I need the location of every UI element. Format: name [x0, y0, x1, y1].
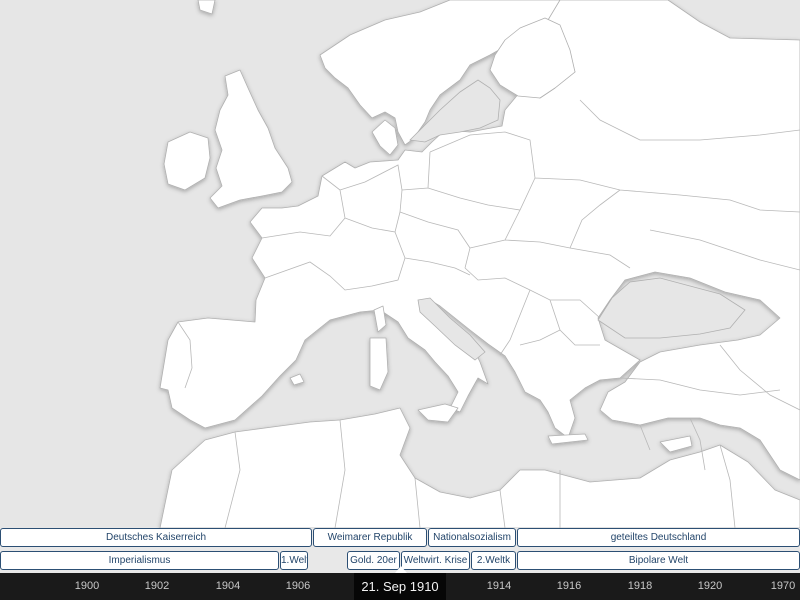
period-imperialismus[interactable]: Imperialismus [0, 551, 279, 570]
year-tick[interactable]: 1970 [771, 573, 795, 600]
timeline-pointer-icon [395, 566, 407, 573]
period-goldene-20er[interactable]: Gold. 20er [347, 551, 400, 570]
period-nationalsozialismus[interactable]: Nationalsozialism [428, 528, 516, 547]
year-tick[interactable]: 1914 [487, 573, 511, 600]
period-deutsches-kaiserreich[interactable]: Deutsches Kaiserreich [0, 528, 312, 547]
europe-map[interactable] [0, 0, 800, 528]
period-band-germany: Deutsches Kaiserreich Weimarer Republik … [0, 527, 800, 549]
period-zweiter-weltkrieg[interactable]: 2.Weltk [471, 551, 516, 570]
year-tick[interactable]: 1918 [628, 573, 652, 600]
period-weltwirtschaftskrise[interactable]: Weltwirt. Krise [401, 551, 470, 570]
year-tick[interactable]: 1902 [145, 573, 169, 600]
year-tick[interactable]: 1904 [216, 573, 240, 600]
year-tick[interactable]: 1900 [75, 573, 99, 600]
current-date-display[interactable]: 21. Sep 1910 [354, 573, 446, 600]
year-tick[interactable]: 1916 [557, 573, 581, 600]
period-weimarer-republik[interactable]: Weimarer Republik [313, 528, 427, 547]
year-tick[interactable]: 1920 [698, 573, 722, 600]
period-geteiltes-deutschland[interactable]: geteiltes Deutschland [517, 528, 800, 547]
period-erster-weltkrieg[interactable]: 1.Weltk [280, 551, 308, 570]
year-tick[interactable]: 1906 [286, 573, 310, 600]
period-bipolare-welt[interactable]: Bipolare Welt [517, 551, 800, 570]
